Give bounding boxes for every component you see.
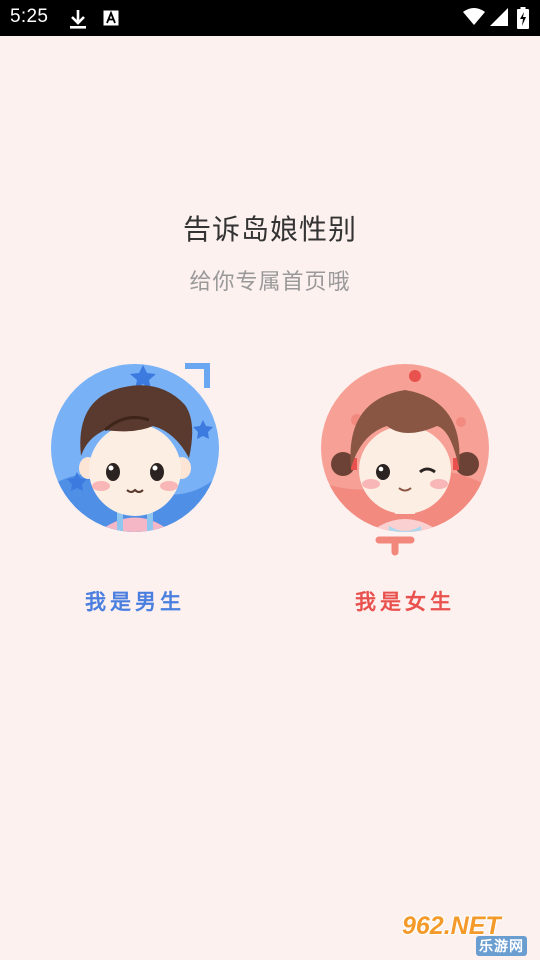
text-a-icon xyxy=(103,10,119,30)
female-avatar-icon xyxy=(321,364,489,556)
signal-icon xyxy=(489,7,509,31)
download-icon xyxy=(68,8,88,34)
page-title: 告诉岛娘性别 xyxy=(182,213,357,246)
status-time: 5:25 xyxy=(10,6,49,27)
page-subtitle: 给你专属首页哦 xyxy=(189,270,351,295)
female-label: 我是女生 xyxy=(355,590,455,614)
male-option-button[interactable]: 我是男生 xyxy=(25,360,245,620)
status-bar: 5:25 xyxy=(0,0,540,36)
male-avatar-icon xyxy=(51,363,219,532)
male-label: 我是男生 xyxy=(85,590,185,614)
site-watermark: 962.NET 乐游网 xyxy=(402,912,534,956)
female-option-button[interactable]: 我是女生 xyxy=(295,360,515,620)
wifi-icon xyxy=(463,8,485,30)
watermark-subtext: 乐游网 xyxy=(476,936,527,956)
battery-charging-icon xyxy=(517,7,529,33)
